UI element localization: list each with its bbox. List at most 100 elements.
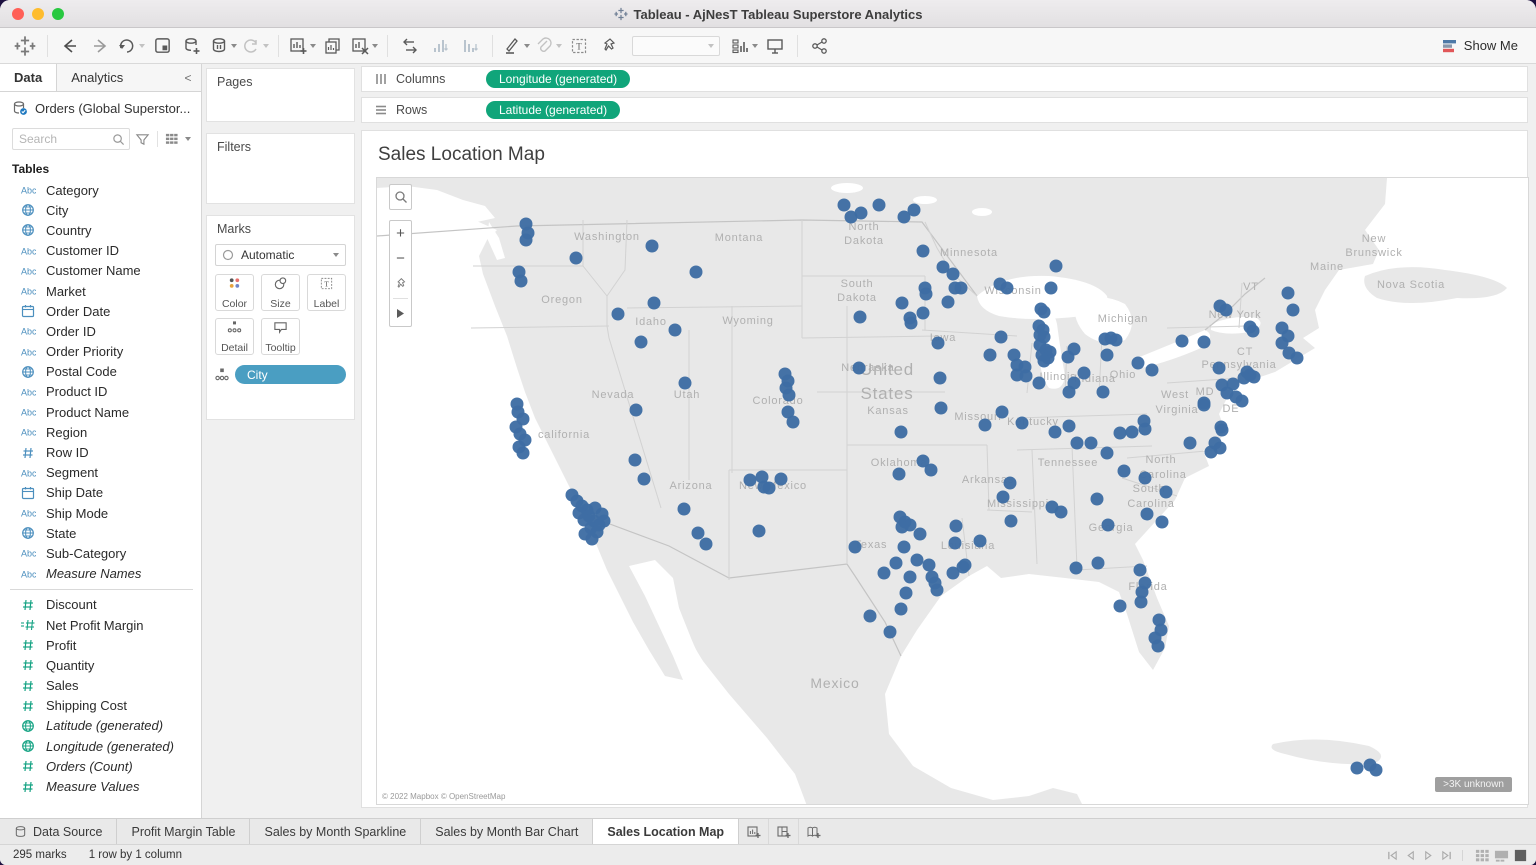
field-market[interactable]: AbcMarket: [0, 281, 201, 301]
city-mark[interactable]: [1085, 437, 1098, 450]
city-mark[interactable]: [679, 377, 692, 390]
sheet-tab-sales-by-month-bar-chart[interactable]: Sales by Month Bar Chart: [421, 819, 593, 844]
zoom-in-button[interactable]: +: [390, 221, 411, 246]
rows-shelf[interactable]: Rows Latitude (generated): [361, 97, 1528, 123]
field-discount[interactable]: Discount: [0, 595, 201, 615]
field-quantity[interactable]: Quantity: [0, 655, 201, 675]
sheet-tab-data-source[interactable]: Data Source: [0, 819, 117, 844]
city-mark[interactable]: [908, 204, 921, 217]
city-mark[interactable]: [517, 447, 530, 460]
new-worksheet-button[interactable]: [288, 32, 316, 60]
city-mark[interactable]: [700, 538, 713, 551]
detail-shelf-button[interactable]: Detail: [215, 318, 254, 355]
city-pill[interactable]: City: [235, 365, 346, 384]
run-update-button[interactable]: [241, 32, 269, 60]
new-dashboard-tab-button[interactable]: [769, 819, 799, 844]
city-mark[interactable]: [923, 559, 936, 572]
field-net-profit-margin[interactable]: Net Profit Margin: [0, 615, 201, 635]
city-mark[interactable]: [900, 587, 913, 600]
field-shipping-cost[interactable]: Shipping Cost: [0, 696, 201, 716]
city-mark[interactable]: [896, 521, 909, 534]
share-button[interactable]: [807, 32, 833, 60]
city-mark[interactable]: [1097, 386, 1110, 399]
collapse-pane-button[interactable]: <: [175, 64, 201, 91]
city-mark[interactable]: [612, 308, 625, 321]
map-search-button[interactable]: [389, 184, 412, 210]
city-mark[interactable]: [1005, 515, 1018, 528]
field-order-date[interactable]: Order Date: [0, 301, 201, 321]
size-shelf-button[interactable]: Size: [261, 274, 300, 311]
sheet-view-icon[interactable]: [1513, 848, 1528, 863]
city-mark[interactable]: [1038, 355, 1051, 368]
field-ship-date[interactable]: Ship Date: [0, 483, 201, 503]
tab-data[interactable]: Data: [0, 64, 57, 91]
city-mark[interactable]: [1282, 287, 1295, 300]
city-mark[interactable]: [1370, 764, 1383, 777]
new-worksheet-tab-button[interactable]: [739, 819, 769, 844]
city-mark[interactable]: [955, 282, 968, 295]
show-tabs-view-icon[interactable]: [1475, 848, 1490, 863]
city-mark[interactable]: [1146, 364, 1159, 377]
city-mark[interactable]: [1118, 465, 1131, 478]
field-measure-names[interactable]: AbcMeasure Names: [0, 564, 201, 584]
field-measure-values[interactable]: Measure Values: [0, 776, 201, 796]
city-mark[interactable]: [925, 464, 938, 477]
duplicate-sheet-button[interactable]: [320, 32, 346, 60]
city-mark[interactable]: [1209, 437, 1222, 450]
city-mark[interactable]: [1238, 372, 1251, 385]
city-mark[interactable]: [895, 603, 908, 616]
city-mark[interactable]: [853, 362, 866, 375]
field-orders-count-[interactable]: Orders (Count): [0, 756, 201, 776]
city-mark[interactable]: [1001, 282, 1014, 295]
tooltip-shelf-button[interactable]: Tooltip: [261, 318, 300, 355]
city-mark[interactable]: [638, 473, 651, 486]
city-mark[interactable]: [949, 537, 962, 550]
city-mark[interactable]: [1020, 370, 1033, 383]
pause-auto-updates-button[interactable]: [209, 32, 237, 60]
next-sheet-icon[interactable]: [1423, 850, 1434, 861]
field-profit[interactable]: Profit: [0, 635, 201, 655]
city-mark[interactable]: [854, 311, 867, 324]
city-mark[interactable]: [1101, 349, 1114, 362]
forward-button[interactable]: [87, 32, 113, 60]
filmstrip-view-icon[interactable]: [1494, 848, 1509, 863]
city-mark[interactable]: [1291, 352, 1304, 365]
last-sheet-icon[interactable]: [1441, 850, 1452, 861]
city-mark[interactable]: [1135, 596, 1148, 609]
save-button[interactable]: [149, 32, 175, 60]
city-mark[interactable]: [1016, 417, 1029, 430]
city-mark[interactable]: [1102, 519, 1115, 532]
map-canvas[interactable]: WashingtonOregonMontanaIdahoWyomingNevad…: [377, 178, 1529, 805]
data-source-item[interactable]: Orders (Global Superstor...: [0, 92, 201, 122]
city-mark[interactable]: [950, 520, 963, 533]
unknown-values-badge[interactable]: >3K unknown: [1435, 777, 1512, 792]
label-shelf-button[interactable]: TLabel: [307, 274, 346, 311]
city-mark[interactable]: [917, 307, 930, 320]
show-hide-cards-button[interactable]: [730, 32, 758, 60]
city-mark[interactable]: [1063, 386, 1076, 399]
field-row-id[interactable]: Row ID: [0, 442, 201, 462]
text-label-button[interactable]: T: [566, 32, 592, 60]
view-as-grid-icon[interactable]: [165, 132, 180, 147]
city-mark[interactable]: [911, 554, 924, 567]
fix-axes-pin-button[interactable]: [596, 32, 622, 60]
sheet-tab-profit-margin-table[interactable]: Profit Margin Table: [117, 819, 250, 844]
city-mark[interactable]: [979, 419, 992, 432]
city-mark[interactable]: [1220, 304, 1233, 317]
city-mark[interactable]: [1236, 395, 1249, 408]
field-segment[interactable]: AbcSegment: [0, 463, 201, 483]
field-product-name[interactable]: AbcProduct Name: [0, 402, 201, 422]
city-mark[interactable]: [630, 404, 643, 417]
mark-type-dropdown[interactable]: Automatic: [215, 244, 346, 266]
city-mark[interactable]: [974, 535, 987, 548]
field-sales[interactable]: Sales: [0, 676, 201, 696]
filters-shelf[interactable]: Filters: [206, 133, 355, 204]
format-attach-button[interactable]: [534, 32, 562, 60]
city-mark[interactable]: [997, 491, 1010, 504]
city-mark[interactable]: [1184, 437, 1197, 450]
city-mark[interactable]: [669, 324, 682, 337]
city-mark[interactable]: [629, 454, 642, 467]
show-me-button[interactable]: Show Me: [1434, 38, 1526, 54]
city-mark[interactable]: [942, 296, 955, 309]
field-ship-mode[interactable]: AbcShip Mode: [0, 503, 201, 523]
